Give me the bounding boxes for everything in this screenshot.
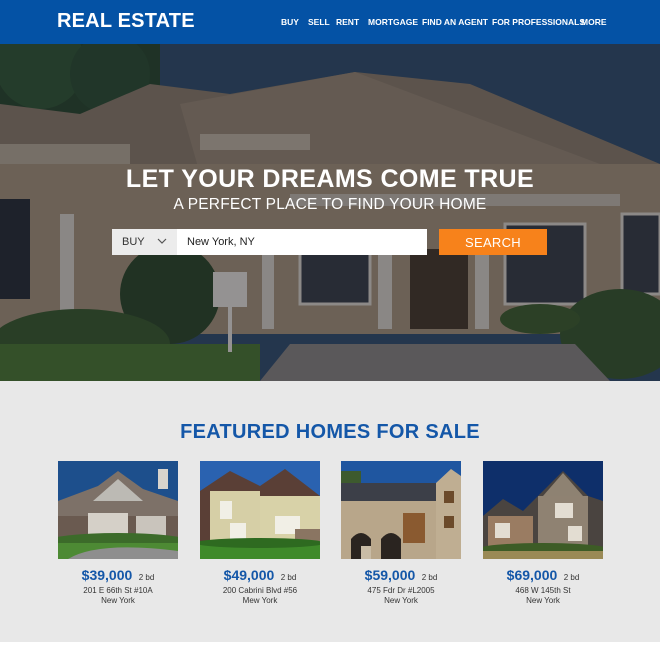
listing-card[interactable]: $69,000 2 bd 468 W 145th St New York (483, 461, 603, 605)
featured-homes-section: FEATURED HOMES FOR SALE $39,000 2 bd 201… (0, 381, 660, 642)
listing-address: 200 Cabrini Blvd #56 (222, 586, 298, 595)
hero-title: LET YOUR DREAMS COME TRUE (125, 165, 535, 193)
listing-card[interactable]: $49,000 2 bd 200 Cabrini Blvd #56 Mew Yo… (200, 461, 320, 605)
nav-for-professionals[interactable]: FOR PROFESSIONALS (492, 17, 585, 27)
listing-beds: 2 bd (138, 573, 155, 582)
listing-address: 201 E 66th St #10A (83, 586, 153, 595)
search-type-value: BUY (122, 236, 145, 248)
nav-sell[interactable]: SELL (308, 17, 330, 27)
hero-subtitle: A PERFECT PLACE TO FIND YOUR HOME (173, 196, 487, 213)
listing-price: $59,000 (364, 567, 416, 583)
listing-beds: 2 bd (421, 573, 438, 582)
main-nav: BUY SELL RENT MORTGAGE FIND AN AGENT FOR… (0, 17, 660, 29)
listing-photo[interactable] (341, 461, 461, 559)
listing-beds: 2 bd (563, 573, 580, 582)
site-header: REAL ESTATE BUY SELL RENT MORTGAGE FIND … (0, 0, 660, 44)
listing-price: $49,000 (223, 567, 275, 583)
search-type-select[interactable]: BUY (112, 229, 177, 255)
location-search-input[interactable] (177, 229, 427, 255)
hero-banner: LET YOUR DREAMS COME TRUE A PERFECT PLAC… (0, 44, 660, 381)
listing-price: $39,000 (81, 567, 133, 583)
listing-photo[interactable] (58, 461, 178, 559)
listing-address: 475 Fdr Dr #L2005 (367, 586, 435, 595)
nav-rent[interactable]: RENT (336, 17, 359, 27)
chevron-down-icon (157, 238, 167, 244)
listing-photo[interactable] (483, 461, 603, 559)
search-button[interactable]: SEARCH (439, 229, 547, 255)
listing-address: 468 W 145th St (515, 586, 571, 595)
listing-card[interactable]: $39,000 2 bd 201 E 66th St #10A New York (58, 461, 178, 605)
nav-more[interactable]: MORE (581, 17, 607, 27)
nav-buy[interactable]: BUY (281, 17, 299, 27)
listing-city: New York (384, 596, 418, 605)
listing-price: $69,000 (506, 567, 558, 583)
nav-mortgage[interactable]: MORTGAGE (368, 17, 418, 27)
listing-beds: 2 bd (280, 573, 297, 582)
listing-photo[interactable] (200, 461, 320, 559)
nav-find-an-agent[interactable]: FIND AN AGENT (422, 17, 488, 27)
listing-city: New York (526, 596, 560, 605)
listing-card[interactable]: $59,000 2 bd 475 Fdr Dr #L2005 New York (341, 461, 461, 605)
featured-title: FEATURED HOMES FOR SALE (180, 421, 480, 443)
listing-city: Mew York (242, 596, 278, 605)
listing-city: New York (101, 596, 135, 605)
